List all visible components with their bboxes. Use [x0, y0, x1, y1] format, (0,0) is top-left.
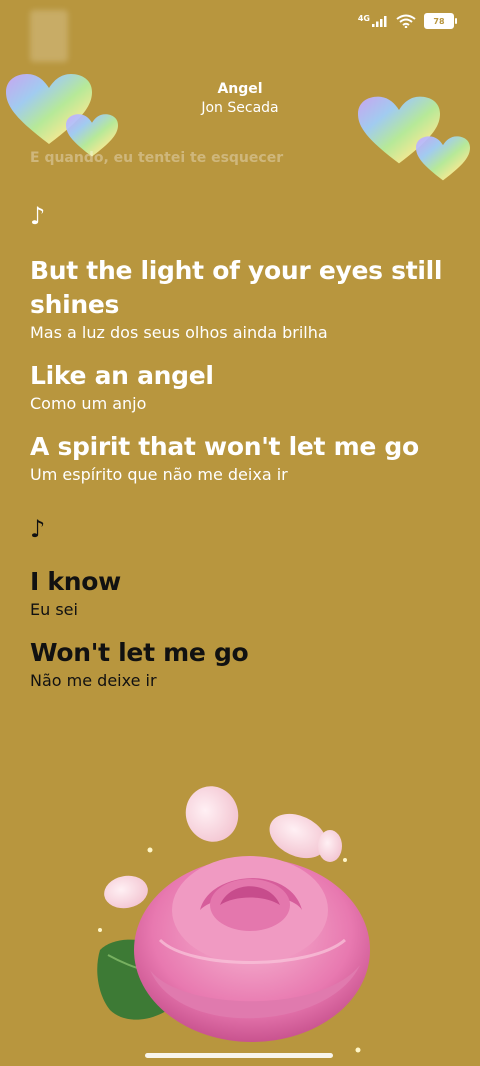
lyric-text: Won't let me go — [30, 638, 249, 667]
lyric-line[interactable]: A spirit that won't let me go Um espírit… — [30, 430, 450, 486]
lyric-translation: Um espírito que não me deixa ir — [30, 465, 288, 484]
status-icons: 4G 78 — [357, 13, 457, 29]
song-title: Angel — [217, 81, 263, 97]
lyric-translation: Mas a luz dos seus olhos ainda brilha — [30, 323, 328, 342]
network-type-label: 4G — [357, 13, 370, 23]
song-header: Angel Jon Secada — [0, 80, 480, 118]
lyric-translation: Como um anjo — [30, 394, 147, 413]
song-artist: Jon Secada — [201, 100, 279, 116]
lyric-translation: Não me deixe ir — [30, 671, 157, 690]
lyric-text: A spirit that won't let me go — [30, 432, 419, 461]
blurred-notification-icon — [30, 10, 68, 62]
lyrics-list: ♪ But the light of your eyes still shine… — [30, 200, 450, 707]
lyric-text: But the light of your eyes still shines — [30, 256, 443, 319]
rose-icon — [97, 786, 370, 1053]
lyric-line-active[interactable]: I know Eu sei — [30, 565, 450, 621]
rose-sticker — [90, 780, 380, 1060]
previous-lyric-line[interactable]: E quando, eu tentei te esquecer — [30, 150, 283, 166]
lyric-line[interactable]: But the light of your eyes still shines … — [30, 254, 450, 344]
battery-icon: 78 — [424, 13, 457, 29]
music-note-icon: ♪ — [30, 202, 46, 230]
battery-level: 78 — [433, 16, 445, 26]
rainbow-heart-right-small-icon — [416, 136, 470, 181]
lyric-translation: Eu sei — [30, 600, 78, 619]
lyric-line-active[interactable]: Won't let me go Não me deixe ir — [30, 636, 450, 692]
signal-icon — [372, 16, 387, 27]
lyric-text: Like an angel — [30, 361, 214, 390]
music-note-icon: ♪ — [30, 515, 46, 543]
wifi-icon — [396, 14, 416, 28]
lyric-text: I know — [30, 567, 121, 596]
lyric-line[interactable]: Like an angel Como um anjo — [30, 359, 450, 415]
status-bar: 4G 78 — [0, 0, 480, 62]
home-indicator[interactable] — [145, 1053, 333, 1058]
